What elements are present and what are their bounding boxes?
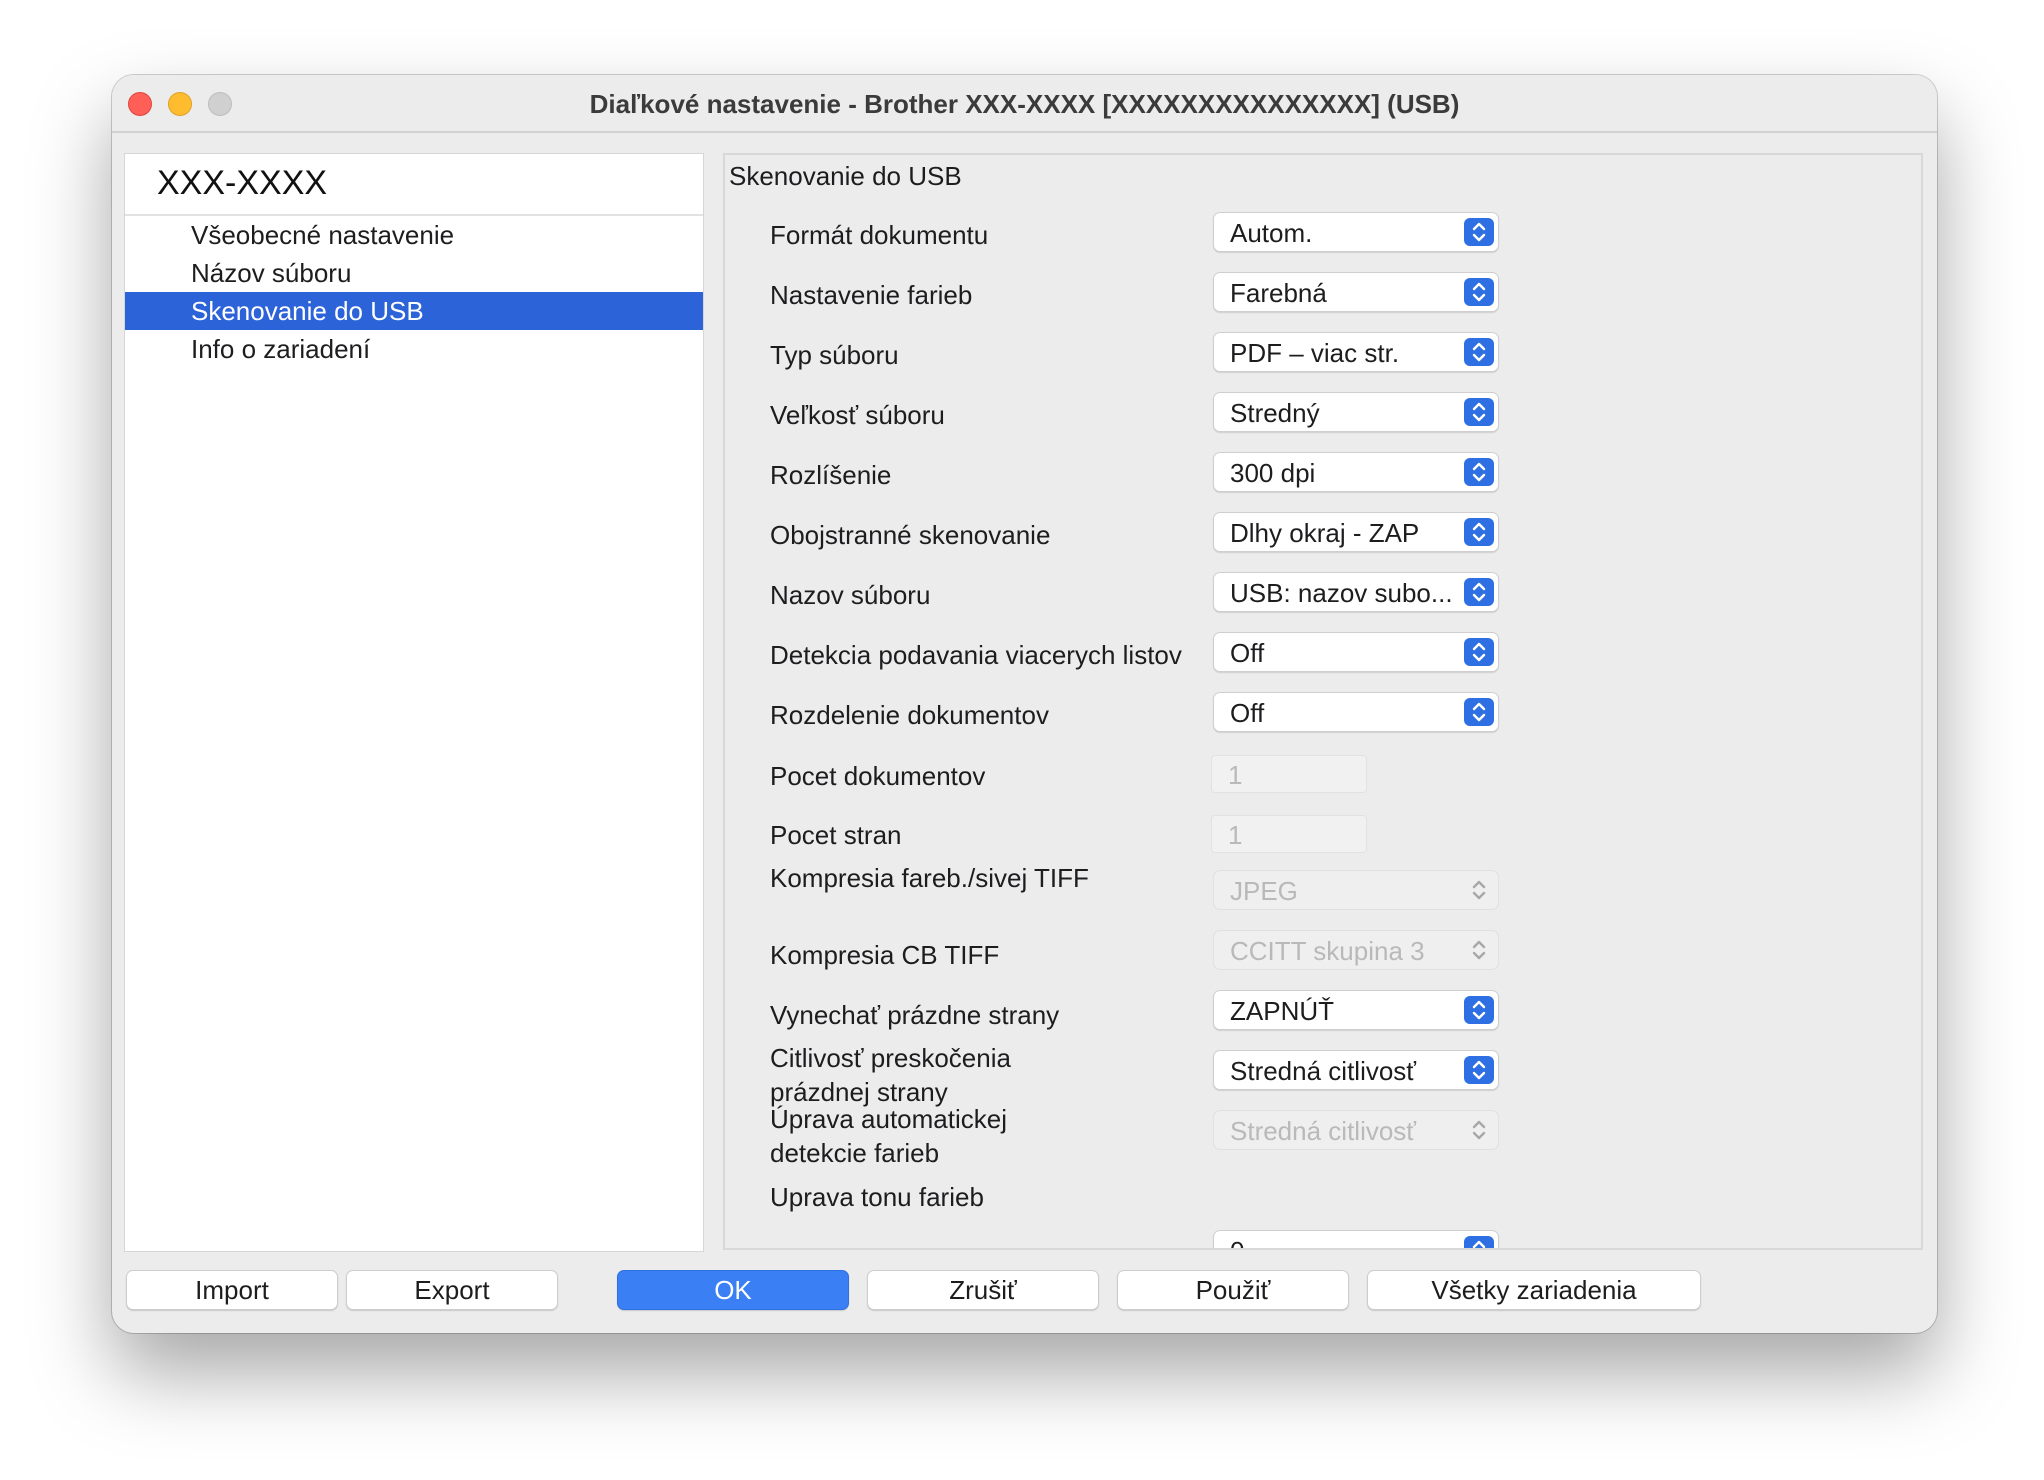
- sidebar-item-scan-to-usb[interactable]: Skenovanie do USB: [125, 292, 703, 330]
- document-format-value: Autom.: [1230, 218, 1313, 248]
- chevron-updown-icon: [1464, 458, 1494, 486]
- chevron-updown-icon: [1464, 518, 1494, 546]
- color-setting-select[interactable]: Farebná: [1213, 272, 1499, 312]
- section-title: Skenovanie do USB: [729, 161, 962, 191]
- file-type-label: Typ súboru: [770, 340, 899, 370]
- duplex-scan-value: Dlhy okraj - ZAP: [1230, 518, 1420, 548]
- chevron-updown-icon: [1464, 338, 1494, 366]
- import-button[interactable]: Import: [126, 1270, 338, 1310]
- duplex-scan-select[interactable]: Dlhy okraj - ZAP: [1213, 512, 1499, 552]
- blank-page-sensitivity-value: Stredná citlivosť: [1230, 1056, 1417, 1086]
- chevron-updown-icon: [1464, 218, 1494, 246]
- chevron-updown-icon: [1464, 996, 1494, 1024]
- bw-tiff-compression-label: Kompresia CB TIFF: [770, 940, 1000, 970]
- multifeed-detection-label: Detekcia podavania viacerych listov: [770, 640, 1182, 670]
- page-count-label: Pocet stran: [770, 820, 902, 850]
- file-name-value: USB: nazov subo...: [1230, 578, 1453, 608]
- auto-color-detect-value: Stredná citlivosť: [1230, 1116, 1417, 1146]
- blank-page-sensitivity-select[interactable]: Stredná citlivosť: [1213, 1050, 1499, 1090]
- color-setting-value: Farebná: [1230, 278, 1327, 308]
- device-name: XXX-XXXX: [157, 164, 328, 202]
- sidebar-item-device-info[interactable]: Info o zariadení: [125, 330, 703, 368]
- color-setting-label: Nastavenie farieb: [770, 280, 973, 310]
- chevron-updown-icon: [1464, 876, 1494, 904]
- document-format-select[interactable]: Autom.: [1213, 212, 1499, 252]
- document-separation-value: Off: [1230, 698, 1265, 728]
- file-size-label: Veľkosť súboru: [770, 400, 945, 430]
- page-count-value: 1: [1228, 820, 1243, 850]
- document-format-label: Formát dokumentu: [770, 220, 989, 250]
- resolution-select[interactable]: 300 dpi: [1213, 452, 1499, 492]
- color-tiff-compression-label: Kompresia fareb./sivej TIFF: [770, 863, 1089, 893]
- sidebar: XXX-XXXX Všeobecné nastavenie Názov súbo…: [124, 153, 704, 1252]
- chevron-updown-icon: [1464, 698, 1494, 726]
- auto-color-detect-label-line2: detekcie farieb: [770, 1138, 940, 1168]
- bw-tiff-compression-select: CCITT skupina 3: [1213, 930, 1499, 970]
- chevron-updown-icon: [1464, 1236, 1494, 1248]
- sidebar-item-general-settings[interactable]: Všeobecné nastavenie: [125, 216, 703, 254]
- color-tone-adjust-label: Uprava tonu farieb: [770, 1182, 984, 1212]
- file-name-label: Nazov súboru: [770, 580, 931, 610]
- color-tone-value: 0: [1230, 1236, 1244, 1248]
- multifeed-detection-select[interactable]: Off: [1213, 632, 1499, 672]
- sidebar-list: Všeobecné nastavenie Názov súboru Skenov…: [125, 216, 703, 368]
- document-count-field: 1: [1211, 755, 1367, 793]
- chevron-updown-icon: [1464, 398, 1494, 426]
- skip-blank-page-select[interactable]: ZAPNÚŤ: [1213, 990, 1499, 1030]
- file-type-select[interactable]: PDF – viac str.: [1213, 332, 1499, 372]
- chevron-updown-icon: [1464, 278, 1494, 306]
- color-tone-select[interactable]: 0: [1213, 1230, 1499, 1248]
- multifeed-detection-value: Off: [1230, 638, 1265, 668]
- bw-tiff-compression-value: CCITT skupina 3: [1230, 936, 1425, 966]
- auto-color-detect-select: Stredná citlivosť: [1213, 1110, 1499, 1150]
- ok-button[interactable]: OK: [617, 1270, 849, 1310]
- chevron-updown-icon: [1464, 1116, 1494, 1144]
- chevron-updown-icon: [1464, 578, 1494, 606]
- skip-blank-page-label: Vynechať prázdne strany: [770, 1000, 1060, 1030]
- chevron-updown-icon: [1464, 1056, 1494, 1084]
- file-size-select[interactable]: Stredný: [1213, 392, 1499, 432]
- document-separation-select[interactable]: Off: [1213, 692, 1499, 732]
- all-devices-button[interactable]: Všetky zariadenia: [1367, 1270, 1701, 1310]
- chevron-updown-icon: [1464, 638, 1494, 666]
- page-count-field: 1: [1211, 815, 1367, 853]
- document-count-value: 1: [1228, 760, 1243, 790]
- apply-button[interactable]: Použiť: [1117, 1270, 1349, 1310]
- remote-setup-window: Diaľkové nastavenie - Brother XXX-XXXX […: [112, 75, 1937, 1333]
- document-count-label: Pocet dokumentov: [770, 761, 986, 791]
- document-separation-label: Rozdelenie dokumentov: [770, 700, 1049, 730]
- file-name-select[interactable]: USB: nazov subo...: [1213, 572, 1499, 612]
- title-bar[interactable]: Diaľkové nastavenie - Brother XXX-XXXX […: [112, 75, 1937, 133]
- skip-blank-page-value: ZAPNÚŤ: [1230, 996, 1334, 1026]
- resolution-value: 300 dpi: [1230, 458, 1316, 488]
- file-type-value: PDF – viac str.: [1230, 338, 1400, 368]
- color-tiff-compression-select: JPEG: [1213, 870, 1499, 910]
- auto-color-detect-label-line1: Úprava automatickej: [770, 1104, 1007, 1134]
- cancel-button[interactable]: Zrušiť: [867, 1270, 1099, 1310]
- resolution-label: Rozlíšenie: [770, 460, 892, 490]
- chevron-updown-icon: [1464, 936, 1494, 964]
- duplex-scan-label: Obojstranné skenovanie: [770, 520, 1051, 550]
- blank-page-sensitivity-label-line1: Citlivosť preskočenia: [770, 1043, 1011, 1073]
- sidebar-item-file-name[interactable]: Názov súboru: [125, 254, 703, 292]
- window-title: Diaľkové nastavenie - Brother XXX-XXXX […: [589, 89, 1460, 119]
- file-size-value: Stredný: [1230, 398, 1320, 428]
- sidebar-header: XXX-XXXX: [125, 154, 703, 216]
- settings-panel: Skenovanie do USB Formát dokumentu Autom…: [723, 153, 1923, 1250]
- export-button[interactable]: Export: [346, 1270, 558, 1310]
- color-tiff-compression-value: JPEG: [1230, 876, 1298, 906]
